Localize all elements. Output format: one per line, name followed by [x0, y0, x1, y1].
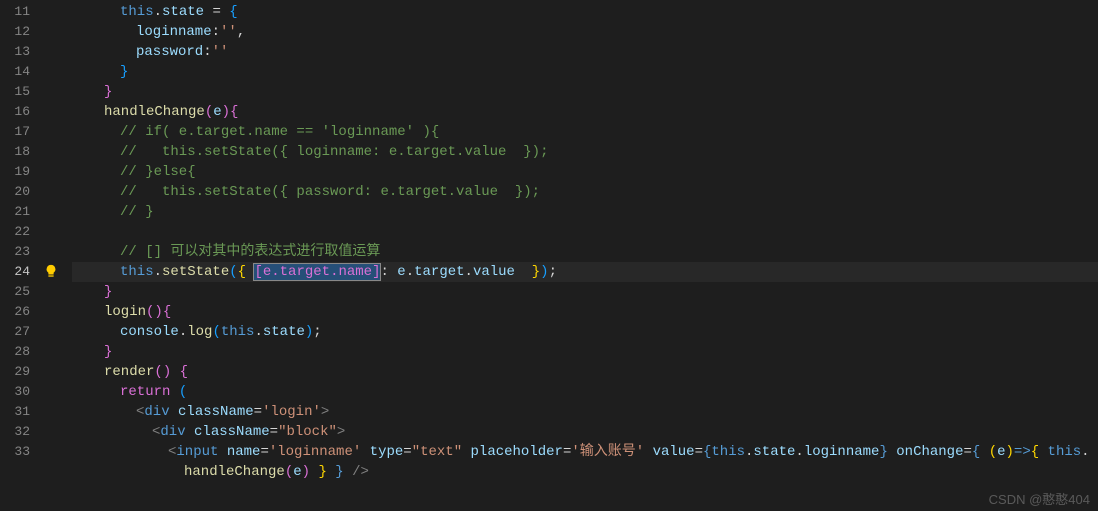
line-number[interactable]: 31 [0, 402, 44, 422]
line-number[interactable] [0, 462, 44, 482]
code-line[interactable]: } [72, 82, 1098, 102]
watermark-text: CSDN @憨憨404 [989, 489, 1090, 508]
code-line[interactable]: handleChange(e){ [72, 102, 1098, 122]
line-number[interactable]: 32 [0, 422, 44, 442]
code-line-wrap[interactable]: handleChange(e) } } /> [72, 462, 1098, 482]
line-number[interactable]: 21 [0, 202, 44, 222]
line-number-gutter[interactable]: 11 12 13 14 15 16 17 18 19 20 21 22 23 2… [0, 0, 44, 511]
line-number[interactable]: 27 [0, 322, 44, 342]
line-number[interactable]: 33 [0, 442, 44, 462]
line-number[interactable]: 12 [0, 22, 44, 42]
line-number[interactable]: 30 [0, 382, 44, 402]
code-line[interactable]: this.state = { [72, 2, 1098, 22]
line-number[interactable]: 14 [0, 62, 44, 82]
code-line[interactable]: // } [72, 202, 1098, 222]
line-number[interactable]: 17 [0, 122, 44, 142]
code-line[interactable]: // this.setState({ password: e.target.va… [72, 182, 1098, 202]
line-number-active[interactable]: 24 [0, 262, 44, 282]
code-line[interactable]: loginname:'', [72, 22, 1098, 42]
line-number[interactable]: 20 [0, 182, 44, 202]
line-number[interactable]: 13 [0, 42, 44, 62]
code-line-active[interactable]: this.setState({ [e.target.name]: e.targe… [72, 262, 1098, 282]
line-number[interactable]: 26 [0, 302, 44, 322]
code-line[interactable]: password:'' [72, 42, 1098, 62]
code-editor[interactable]: 11 12 13 14 15 16 17 18 19 20 21 22 23 2… [0, 0, 1098, 511]
lightbulb-icon[interactable] [44, 264, 58, 278]
line-number[interactable]: 22 [0, 222, 44, 242]
code-line[interactable]: console.log(this.state); [72, 322, 1098, 342]
code-line[interactable]: return ( [72, 382, 1098, 402]
code-line[interactable]: login(){ [72, 302, 1098, 322]
line-number[interactable]: 29 [0, 362, 44, 382]
line-number[interactable]: 18 [0, 142, 44, 162]
line-number[interactable]: 19 [0, 162, 44, 182]
code-line[interactable]: render() { [72, 362, 1098, 382]
code-line[interactable]: // [] 可以对其中的表达式进行取值运算 [72, 242, 1098, 262]
code-line[interactable]: // this.setState({ loginname: e.target.v… [72, 142, 1098, 162]
code-line[interactable] [72, 222, 1098, 242]
code-line[interactable]: } [72, 62, 1098, 82]
line-number[interactable]: 28 [0, 342, 44, 362]
line-number[interactable]: 16 [0, 102, 44, 122]
line-number[interactable]: 15 [0, 82, 44, 102]
code-line[interactable]: <div className='login'> [72, 402, 1098, 422]
line-number[interactable]: 11 [0, 2, 44, 22]
code-line[interactable]: // }else{ [72, 162, 1098, 182]
code-line[interactable]: } [72, 342, 1098, 362]
code-line[interactable]: } [72, 282, 1098, 302]
code-line[interactable]: // if( e.target.name == 'loginname' ){ [72, 122, 1098, 142]
code-line[interactable]: <input name='loginname' type="text" plac… [72, 442, 1098, 462]
line-number[interactable]: 25 [0, 282, 44, 302]
line-number[interactable]: 23 [0, 242, 44, 262]
code-line[interactable]: <div className="block"> [72, 422, 1098, 442]
code-area[interactable]: this.state = { loginname:'', password:''… [44, 0, 1098, 511]
